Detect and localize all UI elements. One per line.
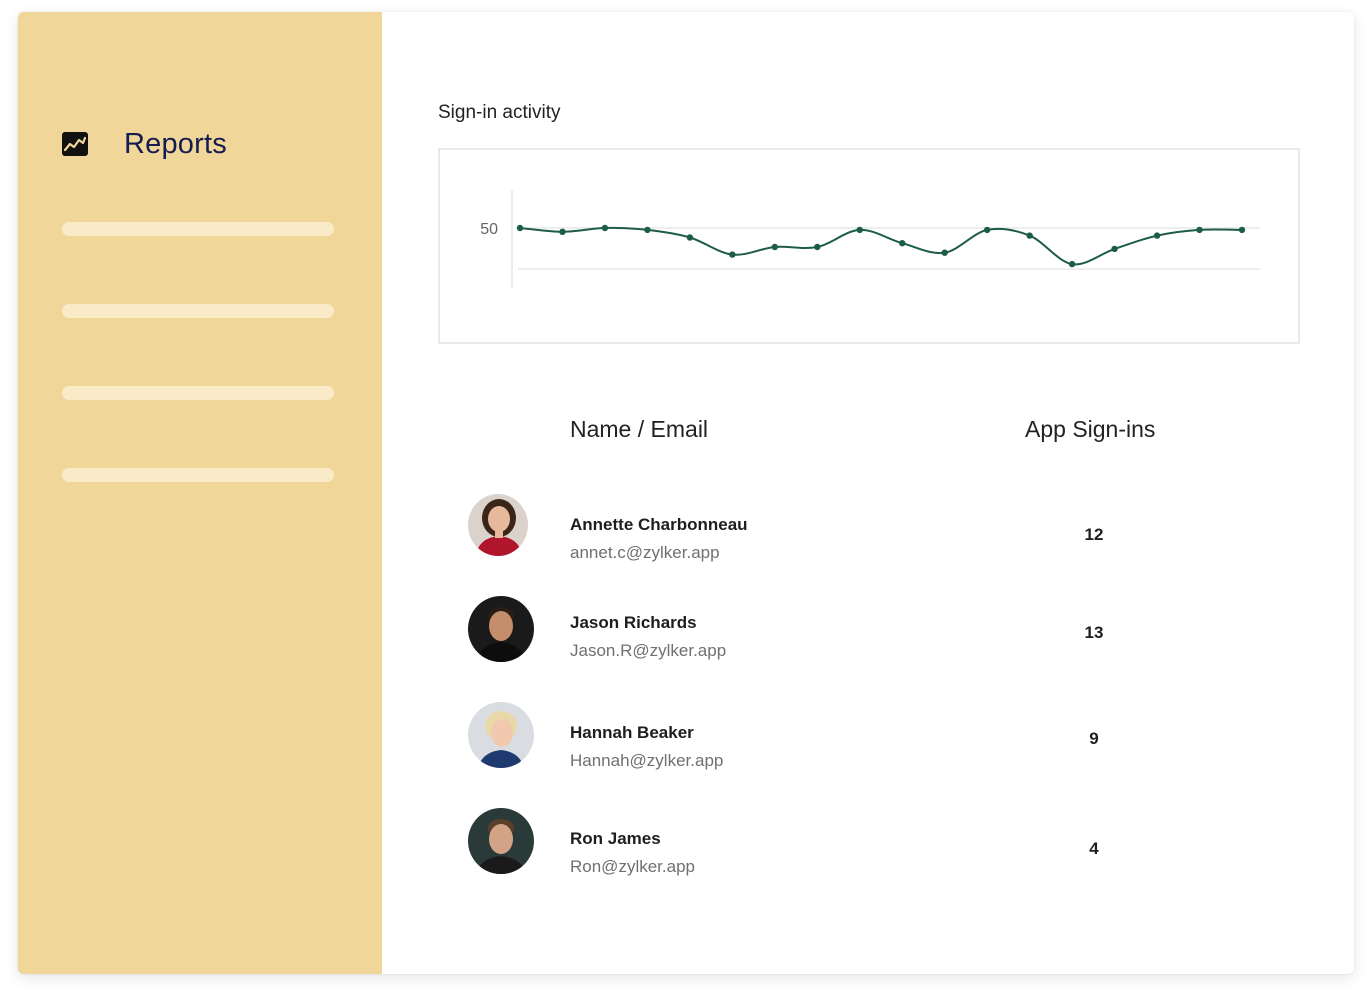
data-point xyxy=(857,227,863,233)
row-signins: 9 xyxy=(1074,729,1114,749)
data-point xyxy=(517,225,523,231)
data-point xyxy=(1111,246,1117,252)
y-tick-label: 50 xyxy=(480,221,498,238)
series-line xyxy=(520,228,1242,264)
sidebar-item-placeholder[interactable] xyxy=(62,222,334,236)
row-name: Ron James xyxy=(570,829,661,849)
table-row[interactable]: Jason Richards Jason.R@zylker.app 13 xyxy=(382,596,1354,676)
data-point xyxy=(602,225,608,231)
sidebar-item-placeholder[interactable] xyxy=(62,386,334,400)
data-point xyxy=(899,240,905,246)
row-email: annet.c@zylker.app xyxy=(570,543,720,563)
sidebar-item-placeholder[interactable] xyxy=(62,304,334,318)
data-point xyxy=(729,251,735,257)
column-header-signins: App Sign-ins xyxy=(1025,416,1155,443)
sidebar-title: Reports xyxy=(124,128,227,161)
row-signins: 13 xyxy=(1074,623,1114,643)
row-name: Hannah Beaker xyxy=(570,723,694,743)
app-window: Reports Sign-in activity 50 Name / Email… xyxy=(18,12,1354,974)
row-signins: 12 xyxy=(1074,525,1114,545)
data-point xyxy=(772,244,778,250)
row-email: Hannah@zylker.app xyxy=(570,751,723,771)
table-row[interactable]: Ron James Ron@zylker.app 4 xyxy=(382,808,1354,888)
avatar xyxy=(468,494,528,556)
data-point xyxy=(814,244,820,250)
data-point xyxy=(1069,261,1075,267)
main-panel: Sign-in activity 50 Name / Email App Sig… xyxy=(382,12,1354,974)
sidebar: Reports xyxy=(18,12,382,974)
data-point xyxy=(1239,227,1245,233)
chart-title: Sign-in activity xyxy=(438,102,561,124)
data-point xyxy=(1154,232,1160,238)
data-point xyxy=(644,227,650,233)
row-name: Annette Charbonneau xyxy=(570,515,748,535)
data-point xyxy=(1196,227,1202,233)
chart-trend-icon xyxy=(62,132,88,156)
row-email: Ron@zylker.app xyxy=(570,857,695,877)
data-point xyxy=(1026,232,1032,238)
data-point xyxy=(984,227,990,233)
data-point xyxy=(559,229,565,235)
table-row[interactable]: Hannah Beaker Hannah@zylker.app 9 xyxy=(382,702,1354,782)
data-point xyxy=(942,250,948,256)
column-header-name: Name / Email xyxy=(570,416,708,443)
row-name: Jason Richards xyxy=(570,613,697,633)
sidebar-header[interactable]: Reports xyxy=(62,126,227,162)
row-signins: 4 xyxy=(1074,839,1114,859)
avatar xyxy=(468,596,534,662)
avatar xyxy=(468,702,534,768)
sidebar-item-placeholder[interactable] xyxy=(62,468,334,482)
chart-canvas: 50 xyxy=(440,150,1298,342)
sign-in-chart: 50 xyxy=(438,148,1300,344)
avatar xyxy=(468,808,534,874)
table-row[interactable]: Annette Charbonneau annet.c@zylker.app 1… xyxy=(382,494,1354,574)
data-point xyxy=(687,234,693,240)
row-email: Jason.R@zylker.app xyxy=(570,641,726,661)
